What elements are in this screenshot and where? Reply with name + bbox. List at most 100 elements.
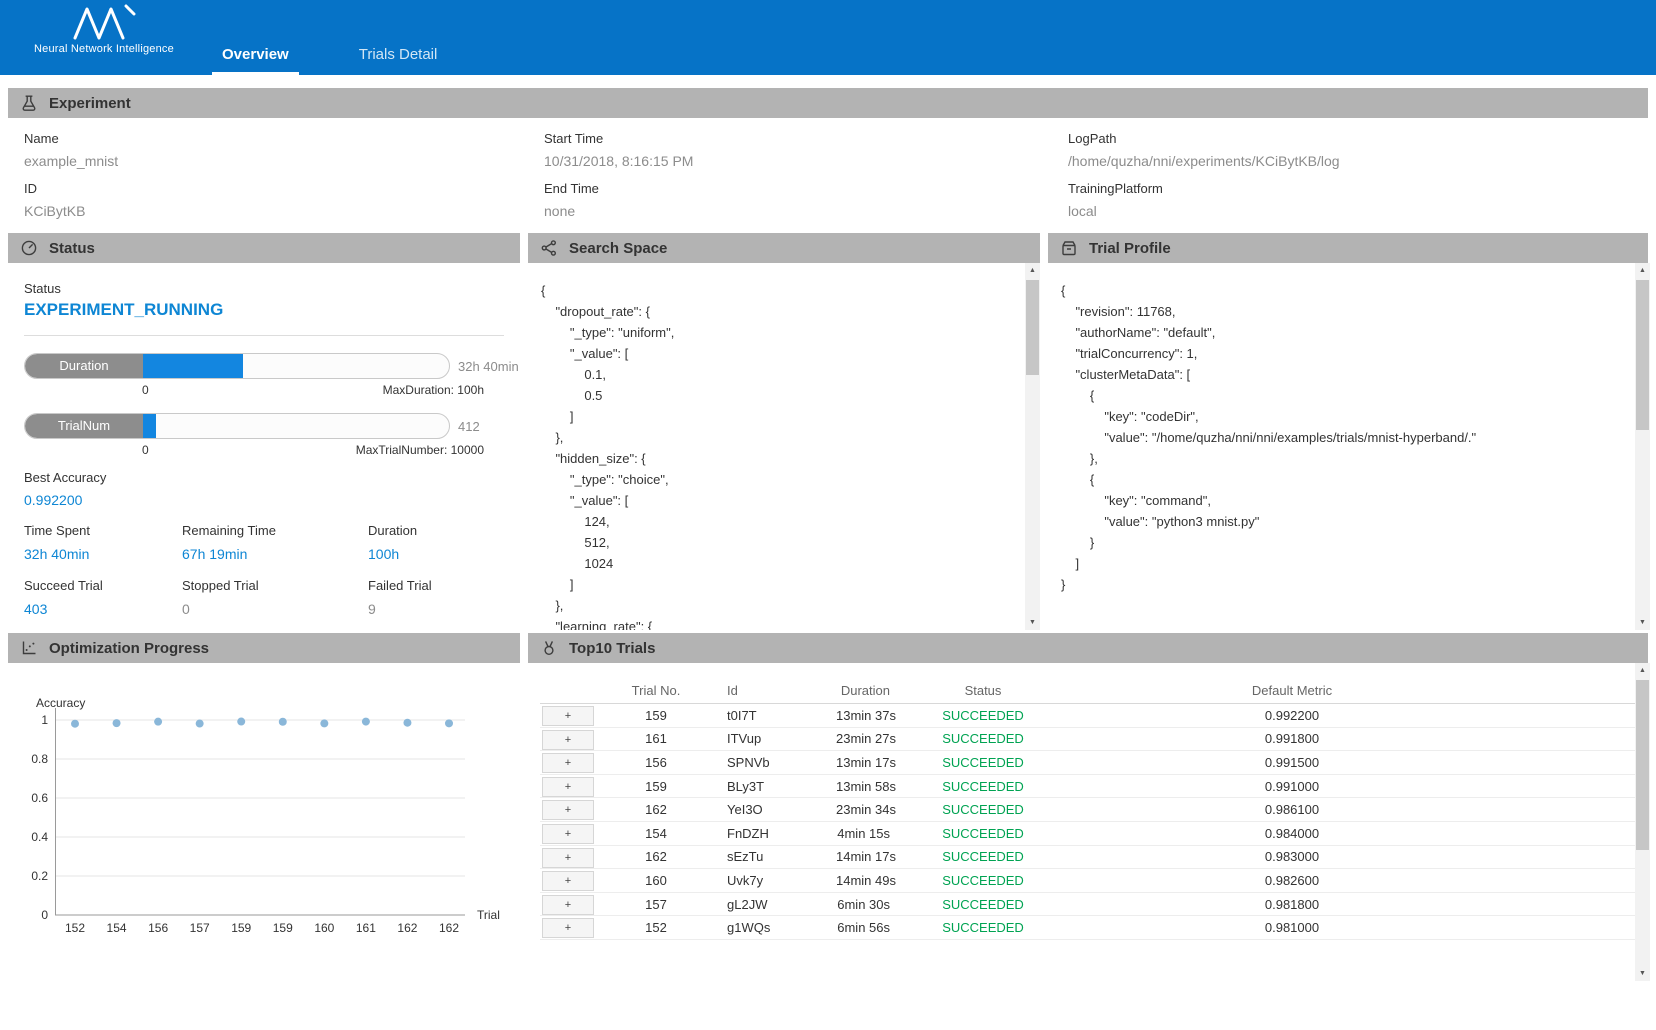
accuracy-chart: Accuracy00.20.40.60.81Trial1521541561571… [8,663,520,963]
trial-metric-cell: 0.984000 [1066,826,1518,841]
network-icon [540,239,558,257]
trialnum-progress-label: TrialNum [25,414,143,438]
trial-metric-cell: 0.981000 [1066,920,1518,935]
trial-metric-cell: 0.991800 [1066,731,1518,746]
trial-no-cell: 160 [596,873,716,888]
stat-time-spent: Time Spent 32h 40min [24,523,90,562]
top10-scrollbar[interactable]: ▲ ▼ [1635,663,1650,981]
top10-section-title: Top10 Trials [569,640,655,657]
brand: Neural Network Intelligence [24,3,184,55]
trial-profile-scrollbar[interactable]: ▲ ▼ [1635,263,1650,630]
trial-metric-cell: 0.986100 [1066,802,1518,817]
trial-duration-cell: 14min 17s [836,849,900,864]
expand-row-button[interactable]: + [542,777,594,797]
expand-row-button[interactable]: + [542,918,594,938]
stat-value: 67h 19min [182,546,276,562]
scrollbar-thumb[interactable] [1026,280,1039,375]
best-accuracy-value: 0.992200 [24,492,82,508]
svg-text:159: 159 [273,921,293,935]
trial-no-cell: 157 [596,897,716,912]
trial-id-cell: t0I7T [716,708,836,723]
trial-metric-cell: 0.992200 [1066,708,1518,723]
optimization-section-header: Optimization Progress [8,633,520,663]
expand-row-button[interactable]: + [542,706,594,726]
field-label: Start Time [544,131,693,146]
table-row: +162sEzTu14min 17sSUCCEEDED0.983000 [540,846,1640,870]
table-row: +160Uvk7y14min 49sSUCCEEDED0.982600 [540,869,1640,893]
trial-metric-cell: 0.981800 [1066,897,1518,912]
expand-row-button[interactable]: + [542,800,594,820]
table-row: +159BLy3T13min 58sSUCCEEDED0.991000 [540,775,1640,799]
trial-id-cell: YeI3O [716,802,836,817]
trial-no-cell: 154 [596,826,716,841]
table-row: +152g1WQs6min 56sSUCCEEDED0.981000 [540,916,1640,940]
svg-text:Accuracy: Accuracy [36,696,85,710]
expand-row-button[interactable]: + [542,730,594,750]
duration-progress-label: Duration [25,354,143,378]
tab-overview[interactable]: Overview [212,46,299,75]
trial-metric-cell: 0.991500 [1066,755,1518,770]
experiment-col-2: Start Time 10/31/2018, 8:16:15 PM End Ti… [544,131,693,231]
expand-cell: + [540,704,596,727]
trial-id-cell: BLy3T [716,779,836,794]
archive-icon [1060,239,1078,257]
col-status: Status [900,683,1066,698]
expand-row-button[interactable]: + [542,871,594,891]
search-space-scrollbar[interactable]: ▲ ▼ [1025,263,1040,630]
expand-row-button[interactable]: + [542,753,594,773]
optimization-section-title: Optimization Progress [49,640,209,657]
scrollbar-thumb[interactable] [1636,280,1649,430]
scrollbar-thumb[interactable] [1636,680,1649,850]
expand-row-button[interactable]: + [542,824,594,844]
trial-duration-cell: 6min 56s [836,920,900,935]
svg-text:162: 162 [397,921,417,935]
table-row: +162YeI3O23min 34sSUCCEEDED0.986100 [540,798,1640,822]
trial-no-cell: 162 [596,849,716,864]
svg-text:0: 0 [41,908,48,922]
svg-text:0.2: 0.2 [31,869,48,883]
stat-remaining-time: Remaining Time 67h 19min [182,523,276,562]
trial-no-cell: 156 [596,755,716,770]
scroll-down-icon[interactable]: ▼ [1635,615,1650,630]
trial-id-cell: gL2JW [716,897,836,912]
trial-status-cell: SUCCEEDED [900,873,1066,888]
trial-no-cell: 152 [596,920,716,935]
scroll-up-icon[interactable]: ▲ [1635,263,1650,278]
svg-text:157: 157 [190,921,210,935]
trial-status-cell: SUCCEEDED [900,802,1066,817]
expand-cell: + [540,822,596,845]
duration-progress-fill [143,354,243,378]
trial-status-cell: SUCCEEDED [900,849,1066,864]
trialnum-min: 0 [142,443,149,457]
scroll-down-icon[interactable]: ▼ [1025,615,1040,630]
trial-duration-cell: 23min 27s [836,731,900,746]
scroll-down-icon[interactable]: ▼ [1635,966,1650,981]
duration-bounds: 0 MaxDuration: 100h [142,383,484,397]
trial-duration-cell: 6min 30s [836,897,900,912]
stat-stopped-trial: Stopped Trial 0 [182,578,259,617]
field-label: End Time [544,181,693,196]
expand-cell: + [540,775,596,798]
experiment-col-1: Name example_mnist ID KCiBytKB [24,131,118,231]
field-value: KCiBytKB [24,203,118,219]
table-row: +161ITVup23min 27sSUCCEEDED0.991800 [540,728,1640,752]
field-value: 10/31/2018, 8:16:15 PM [544,153,693,169]
scroll-up-icon[interactable]: ▲ [1635,663,1650,678]
col-default-metric: Default Metric [1066,683,1518,698]
svg-text:154: 154 [107,921,127,935]
table-row: +159t0I7T13min 37sSUCCEEDED0.992200 [540,704,1640,728]
top10-panel: Trial No. Id Duration Status Default Met… [528,663,1650,981]
expand-row-button[interactable]: + [542,848,594,868]
expand-cell: + [540,916,596,939]
trial-id-cell: sEzTu [716,849,836,864]
svg-text:1: 1 [41,713,48,727]
duration-min: 0 [142,383,149,397]
field-value: /home/quzha/nni/experiments/KCiBytKB/log [1068,153,1340,169]
trialnum-max: MaxTrialNumber: 10000 [356,443,484,457]
scroll-up-icon[interactable]: ▲ [1025,263,1040,278]
trialnum-progress-fill [143,414,156,438]
field-label: ID [24,181,118,196]
trial-id-cell: ITVup [716,731,836,746]
expand-row-button[interactable]: + [542,895,594,915]
tab-trials-detail[interactable]: Trials Detail [349,46,448,75]
